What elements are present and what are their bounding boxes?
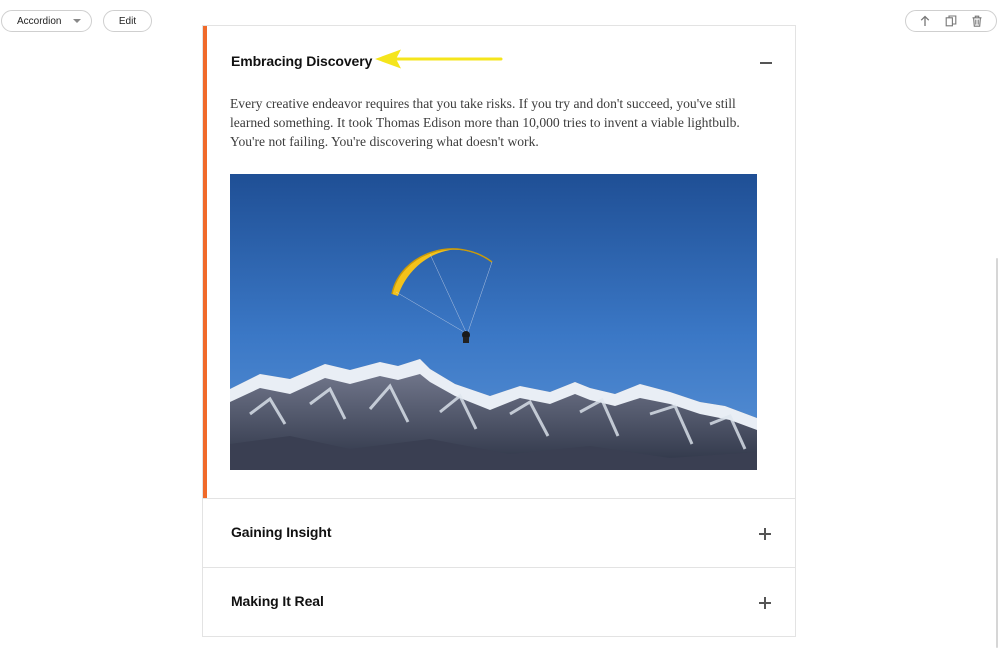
plus-icon[interactable] bbox=[759, 596, 773, 610]
accordion-panel-embracing-discovery: Embracing Discovery Every creative endea… bbox=[203, 26, 795, 498]
scrollbar[interactable] bbox=[996, 258, 998, 648]
panel-title[interactable]: Making It Real bbox=[231, 593, 324, 609]
edit-button[interactable]: Edit bbox=[103, 10, 152, 32]
chevron-down-icon bbox=[73, 19, 82, 23]
accordion: Embracing Discovery Every creative endea… bbox=[202, 25, 796, 637]
block-type-label: Accordion bbox=[17, 15, 62, 27]
minus-icon[interactable] bbox=[760, 56, 774, 70]
plus-icon[interactable] bbox=[759, 527, 773, 541]
accordion-panel-making-it-real[interactable]: Making It Real bbox=[203, 567, 795, 637]
edit-button-label: Edit bbox=[118, 15, 137, 27]
block-type-dropdown[interactable]: Accordion bbox=[1, 10, 92, 32]
panel-title[interactable]: Gaining Insight bbox=[231, 524, 331, 540]
trash-icon[interactable] bbox=[971, 15, 983, 27]
panel-body-text: Every creative endeavor requires that yo… bbox=[230, 96, 740, 149]
arrow-annotation-icon bbox=[375, 49, 503, 69]
panel-title[interactable]: Embracing Discovery bbox=[231, 53, 372, 69]
arrow-up-icon[interactable] bbox=[919, 15, 931, 27]
accordion-panel-gaining-insight[interactable]: Gaining Insight bbox=[203, 498, 795, 567]
paraglider-mountain-image bbox=[230, 174, 757, 470]
duplicate-icon[interactable] bbox=[945, 15, 957, 27]
block-actions bbox=[905, 10, 997, 32]
